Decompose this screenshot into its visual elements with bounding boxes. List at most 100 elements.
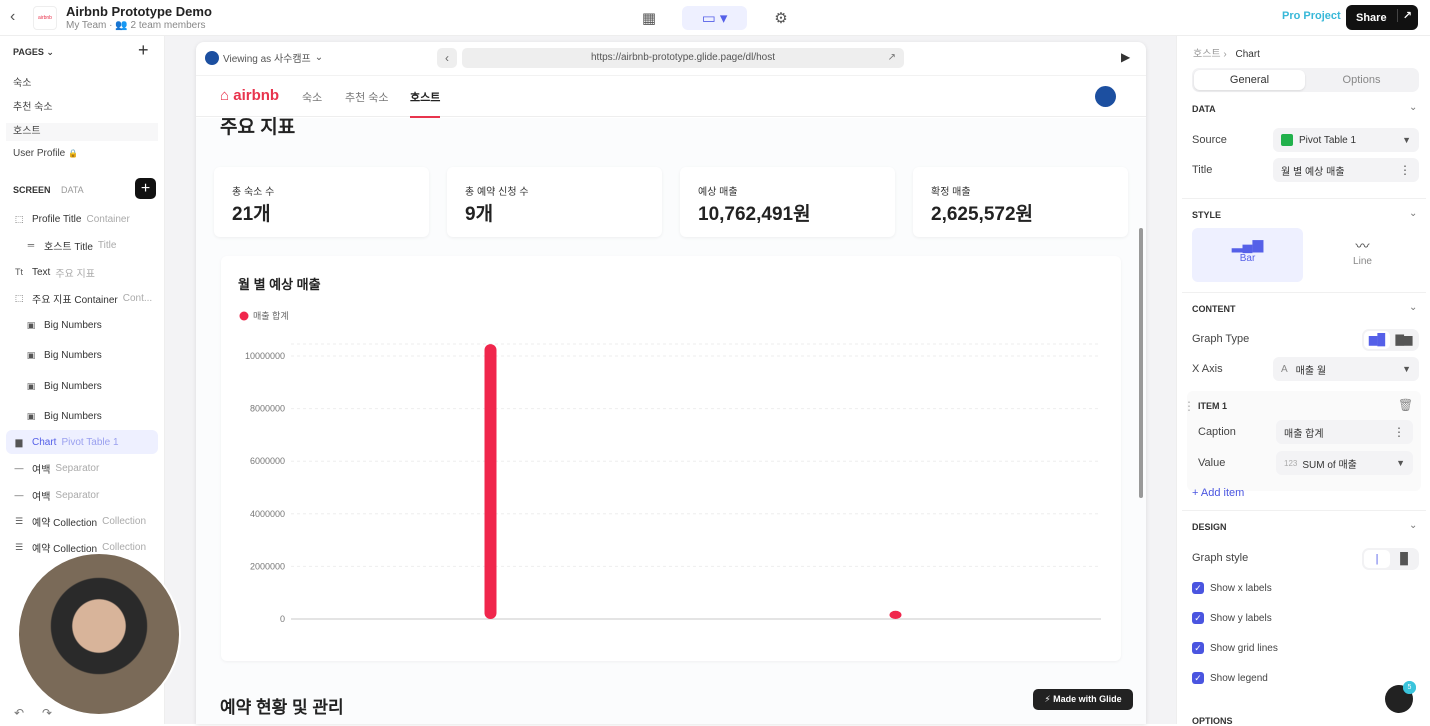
- scrollbar[interactable]: [1139, 228, 1143, 498]
- layer-item[interactable]: ▣ Big Numbers: [6, 343, 158, 367]
- checkbox[interactable]: ✓ Show y labels: [1192, 612, 1272, 624]
- pages-header[interactable]: PAGES ⌄: [13, 47, 54, 58]
- separator-icon: —: [14, 463, 24, 473]
- style-bar-button[interactable]: ▂▄▆ Bar: [1192, 228, 1303, 282]
- layer-item[interactable]: ▣ Big Numbers: [6, 313, 158, 337]
- page-item-selected[interactable]: 호스트: [6, 123, 158, 141]
- layer-item[interactable]: ☰ 예약 Collection Collection: [6, 509, 158, 533]
- value-select[interactable]: 123 SUM of 매출 ▼: [1276, 451, 1413, 475]
- style-line-button[interactable]: 〰 Line: [1307, 228, 1418, 282]
- check-icon[interactable]: ✓: [1192, 642, 1204, 654]
- add-page-icon[interactable]: +: [138, 40, 149, 61]
- chevron-down-icon[interactable]: ⌄: [1409, 520, 1417, 531]
- tab-general[interactable]: General: [1194, 70, 1305, 90]
- stacked-bar-icon[interactable]: ▇▆: [1391, 331, 1417, 349]
- webcam-overlay: [17, 552, 181, 716]
- big-number-label: 예상 매출: [698, 187, 738, 198]
- airbnb-logo[interactable]: ⌂ airbnb: [220, 87, 279, 104]
- caret-down-icon: ▼: [1396, 458, 1405, 468]
- layer-item[interactable]: ═ 호스트 Title Title: [6, 233, 158, 257]
- layer-item[interactable]: ▣ Big Numbers: [6, 374, 158, 398]
- layer-name: Big Numbers: [44, 349, 102, 361]
- tab-host[interactable]: 호스트: [410, 89, 441, 118]
- collection-icon: ☰: [14, 541, 24, 552]
- check-icon[interactable]: ✓: [1192, 612, 1204, 624]
- graph-type-label: Graph Type: [1192, 333, 1250, 345]
- design-section-header[interactable]: DESIGN: [1192, 522, 1227, 532]
- chevron-down-icon[interactable]: ⌄: [1409, 208, 1417, 219]
- layer-item[interactable]: ▆ Chart Pivot Table 1: [6, 430, 158, 454]
- add-item-button[interactable]: + Add item: [1192, 487, 1244, 499]
- made-with-glide-badge[interactable]: ⚡ Made with Glide: [1033, 689, 1133, 710]
- source-label: Source: [1192, 134, 1227, 146]
- caption-field[interactable]: 매출 합계 ⋮: [1276, 420, 1413, 444]
- app-title: Airbnb Prototype Demo: [66, 4, 212, 19]
- viewing-as-selector[interactable]: Viewing as 사수캠프 ⌄: [205, 50, 323, 65]
- big-number-card: 총 숙소 수 21개: [214, 167, 429, 237]
- big-numbers-icon: ▣: [26, 380, 36, 391]
- bar-chart: 월 별 예상 매출매출 합계 0 2000000 4000000 6000000 8000…: [238, 277, 1101, 624]
- legend-swatch: [239, 311, 249, 321]
- layer-item[interactable]: ⬚ Profile Title Container: [6, 207, 158, 231]
- checkbox[interactable]: ✓ Show grid lines: [1192, 642, 1278, 654]
- layer-item[interactable]: — 여백 Separator: [6, 483, 158, 507]
- tab-data[interactable]: DATA: [61, 185, 84, 195]
- content-section-header[interactable]: CONTENT: [1192, 304, 1236, 314]
- external-link-icon[interactable]: ↗: [888, 48, 896, 68]
- title-field[interactable]: 월 별 예상 매출 ⋮: [1273, 158, 1419, 182]
- add-component-button[interactable]: +: [135, 178, 156, 199]
- big-number-card: 확정 매출 2,625,572원: [913, 167, 1128, 237]
- checkbox-label: Show grid lines: [1210, 642, 1278, 654]
- layer-item[interactable]: ▣ Big Numbers: [6, 404, 158, 428]
- checkbox[interactable]: ✓ Show x labels: [1192, 582, 1272, 594]
- pro-project-link[interactable]: Pro Project: [1282, 10, 1341, 22]
- check-icon[interactable]: ✓: [1192, 582, 1204, 594]
- lock-icon: 🔒: [68, 149, 78, 158]
- data-table-icon[interactable]: ▦: [636, 6, 662, 30]
- play-icon[interactable]: ▶: [1121, 50, 1130, 64]
- tab-screen[interactable]: SCREEN: [13, 185, 51, 195]
- chevron-down-icon[interactable]: ⌄: [1409, 302, 1417, 313]
- sheet-icon: [1281, 134, 1293, 146]
- chart-card[interactable]: 월 별 예상 매출 매출 합계 0 2000000 4000000 6000000 8000…: [221, 256, 1121, 661]
- layout-icon[interactable]: ▭ ▾: [682, 6, 747, 30]
- notifications-button[interactable]: 🔔5: [1385, 681, 1416, 713]
- members-icon: 👥: [115, 20, 128, 31]
- settings-icon[interactable]: ⚙: [768, 6, 794, 30]
- breadcrumb-parent[interactable]: 호스트: [1193, 49, 1221, 60]
- source-select[interactable]: Pivot Table 1 ▼: [1273, 128, 1419, 152]
- page-item[interactable]: 추천 숙소: [13, 98, 53, 113]
- drag-handle-icon[interactable]: ⋮: [1183, 399, 1195, 413]
- chevron-down-icon[interactable]: ⌄: [1409, 102, 1417, 113]
- thin-bar-icon[interactable]: |: [1364, 550, 1390, 568]
- back-icon[interactable]: ‹: [10, 8, 15, 26]
- redo-icon[interactable]: ↷: [42, 706, 52, 720]
- layer-item[interactable]: ⬚ 주요 지표 Container Cont...: [6, 286, 158, 310]
- url-bar[interactable]: https://airbnb-prototype.glide.page/dl/h…: [462, 48, 904, 68]
- page-item[interactable]: User Profile 🔒: [13, 148, 78, 159]
- page-item[interactable]: 숙소: [13, 74, 31, 89]
- tab-stays[interactable]: 숙소: [302, 89, 322, 105]
- tab-options[interactable]: Options: [1306, 70, 1417, 90]
- tab-recommended[interactable]: 추천 숙소: [345, 89, 389, 105]
- x-axis-select[interactable]: A 매출 월 ▼: [1273, 357, 1419, 381]
- wide-bar-icon[interactable]: █: [1391, 550, 1417, 568]
- data-section-header[interactable]: DATA: [1192, 104, 1216, 114]
- checkbox[interactable]: ✓ Show legend: [1192, 672, 1268, 684]
- check-icon[interactable]: ✓: [1192, 672, 1204, 684]
- trash-icon[interactable]: 🗑: [1398, 398, 1413, 412]
- layer-item[interactable]: — 여백 Separator: [6, 456, 158, 480]
- grouped-bar-icon[interactable]: ▆█: [1364, 331, 1390, 349]
- breadcrumb-current: Chart: [1235, 49, 1260, 60]
- style-section-header[interactable]: STYLE: [1192, 210, 1221, 220]
- avatar[interactable]: [1095, 86, 1116, 107]
- layer-item[interactable]: Tt Text 주요 지표: [6, 260, 158, 284]
- layer-name: Big Numbers: [44, 319, 102, 331]
- share-button[interactable]: Share ↗: [1346, 5, 1418, 30]
- undo-icon[interactable]: ↶: [14, 706, 24, 720]
- external-link-icon[interactable]: ↗: [1396, 9, 1412, 22]
- options-section-header[interactable]: OPTIONS: [1192, 716, 1233, 726]
- layer-type: 주요 지표: [55, 268, 95, 280]
- item-header: ITEM 1: [1198, 401, 1228, 411]
- nav-back-button[interactable]: ‹: [437, 48, 457, 68]
